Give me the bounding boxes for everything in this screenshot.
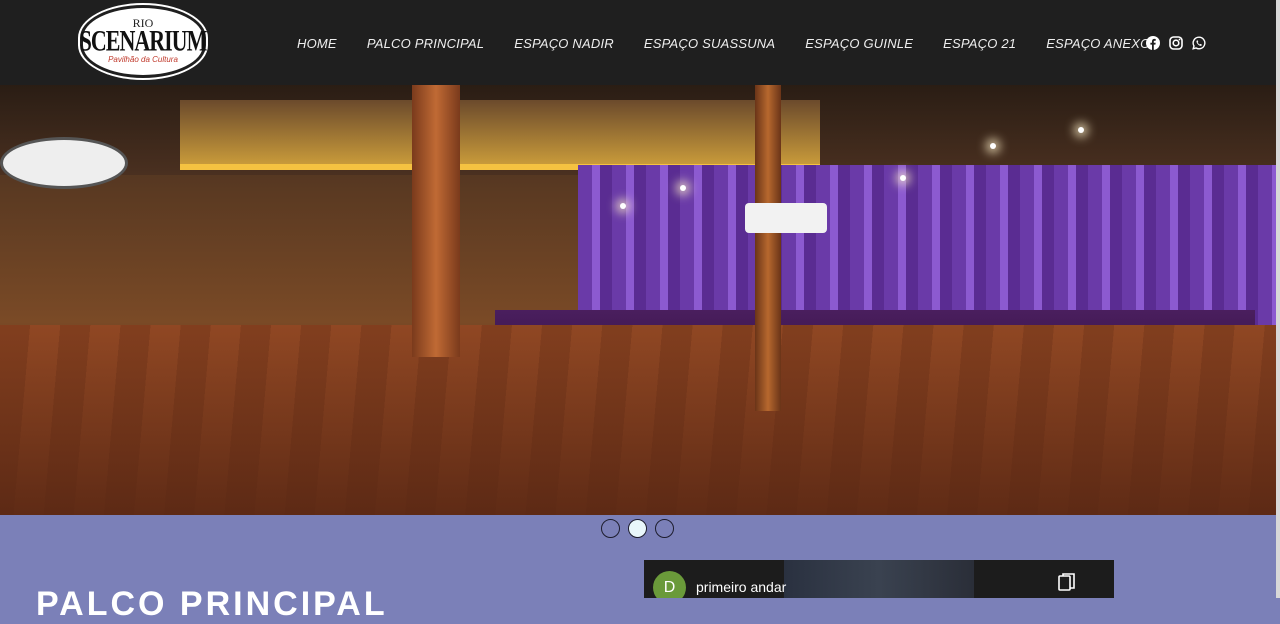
video-thumbnail — [784, 560, 974, 598]
nav-item-palco-principal[interactable]: PALCO PRINCIPAL — [352, 36, 499, 52]
nav-item-home[interactable]: HOME — [282, 36, 352, 52]
carousel-dot-1[interactable] — [601, 519, 620, 538]
site-logo[interactable]: RIO SCENARIUM Pavilhão da Cultura — [79, 5, 208, 78]
hero-carousel-slide[interactable] — [0, 85, 1280, 515]
carousel-dot-3[interactable] — [655, 519, 674, 538]
video-title[interactable]: primeiro andar — [696, 579, 786, 595]
stage-light — [990, 143, 996, 149]
channel-avatar[interactable]: D — [653, 571, 686, 598]
hero-photo-floor — [0, 325, 1280, 515]
carousel-dot-2[interactable] — [628, 519, 647, 538]
hero-photo-lamp — [0, 137, 128, 189]
facebook-icon[interactable] — [1146, 36, 1160, 50]
instagram-icon[interactable] — [1169, 36, 1183, 50]
stage-light — [680, 185, 686, 191]
site-header: RIO SCENARIUM Pavilhão da Cultura HOME P… — [0, 0, 1280, 85]
logo-name: SCENARIUM — [79, 22, 208, 57]
hero-photo-stage-sign — [745, 203, 827, 233]
copy-link-icon[interactable] — [1058, 572, 1076, 592]
nav-item-espaco-guinle[interactable]: ESPAÇO GUINLE — [790, 36, 928, 52]
embedded-video[interactable]: D primeiro andar — [644, 560, 1114, 598]
hero-photo-pillar — [412, 85, 460, 357]
section-title: PALCO PRINCIPAL — [36, 585, 388, 623]
stage-light — [620, 203, 626, 209]
whatsapp-icon[interactable] — [1192, 36, 1206, 50]
stage-light — [900, 175, 906, 181]
main-nav: HOME PALCO PRINCIPAL ESPAÇO NADIR ESPAÇO… — [282, 36, 1165, 52]
nav-item-espaco-nadir[interactable]: ESPAÇO NADIR — [499, 36, 629, 52]
nav-item-espaco-21[interactable]: ESPAÇO 21 — [928, 36, 1031, 52]
stage-light — [1078, 127, 1084, 133]
nav-item-espaco-suassuna[interactable]: ESPAÇO SUASSUNA — [629, 36, 790, 52]
page-scrollbar[interactable] — [1276, 0, 1280, 598]
carousel-indicators — [601, 519, 674, 538]
social-links — [1146, 36, 1206, 50]
hero-photo-pillar — [755, 85, 781, 411]
hero-photo-balcony — [180, 100, 820, 170]
